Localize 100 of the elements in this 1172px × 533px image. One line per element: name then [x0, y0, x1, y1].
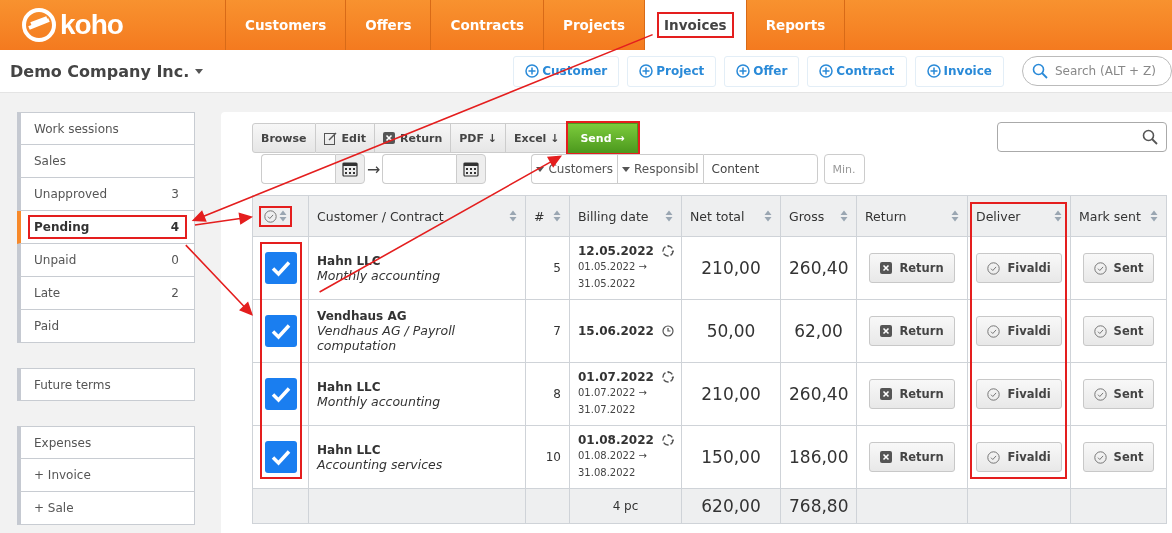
- search-field[interactable]: Search (ALT + Z): [1022, 56, 1172, 86]
- checkbox[interactable]: [264, 441, 297, 473]
- sidebar-item[interactable]: Sales: [17, 145, 195, 178]
- gross-sum: 768,80: [789, 496, 849, 516]
- plus-circle-icon: [819, 64, 834, 78]
- gross-total: 186,00: [789, 447, 849, 467]
- item-count: 0: [171, 253, 179, 267]
- billing-period-end: 31.05.2022: [578, 277, 637, 291]
- column-header[interactable]: Net total: [681, 195, 781, 237]
- sidebar-item[interactable]: + Invoice: [17, 459, 195, 492]
- row-button[interactable]: Return: [869, 316, 955, 346]
- toolbar-button[interactable]: Excel ↓: [506, 123, 569, 153]
- sidebar-item[interactable]: Late 2: [17, 277, 195, 310]
- checkbox[interactable]: [264, 252, 297, 284]
- row-button[interactable]: Return: [869, 253, 955, 283]
- nav-tab[interactable]: Invoices: [645, 0, 747, 50]
- contract-name: Monthly accounting: [317, 393, 442, 409]
- sort-icon: [665, 210, 673, 222]
- date-field[interactable]: [261, 154, 335, 184]
- column-header[interactable]: Mark sent: [1070, 195, 1167, 237]
- column-header[interactable]: [252, 195, 309, 237]
- gross-total: 260,40: [789, 258, 849, 278]
- sort-icon: [1150, 210, 1158, 222]
- filter-dropdown[interactable]: Customers: [531, 154, 617, 184]
- row-button[interactable]: Sent: [1082, 253, 1155, 283]
- billing-date: 12.05.2022: [578, 244, 654, 258]
- date-field[interactable]: [382, 154, 457, 184]
- toolbar-button[interactable]: Browse: [252, 123, 316, 153]
- net-total: 210,00: [701, 384, 761, 404]
- logo-wordmark: koho: [60, 9, 123, 41]
- item-count: 2: [171, 286, 179, 300]
- sidebar-item[interactable]: Future terms: [17, 368, 195, 401]
- sort-icon: [553, 210, 561, 222]
- row-button[interactable]: Fivaldi: [976, 379, 1062, 409]
- toolbar-button[interactable]: PDF ↓: [451, 123, 506, 153]
- row-button[interactable]: Fivaldi: [976, 442, 1062, 472]
- add-button[interactable]: Offer: [724, 55, 800, 87]
- column-header[interactable]: Gross: [780, 195, 857, 237]
- sidebar-item[interactable]: Paid: [17, 310, 195, 343]
- check-circle-icon: [264, 209, 277, 223]
- item-label: Unapproved: [34, 187, 108, 201]
- column-header[interactable]: Customer / Contract: [308, 195, 526, 237]
- filter-dropdown[interactable]: Responsibl: [616, 154, 703, 184]
- sidebar-item[interactable]: Pending 4: [17, 211, 195, 244]
- add-button[interactable]: Contract: [807, 55, 907, 87]
- row-button[interactable]: Sent: [1082, 316, 1155, 346]
- column-header[interactable]: Deliver: [967, 195, 1071, 237]
- row-button[interactable]: Sent: [1082, 442, 1155, 472]
- add-button[interactable]: Project: [627, 55, 717, 87]
- sort-icon: [951, 210, 959, 222]
- content-field[interactable]: Content: [702, 154, 818, 184]
- recurring-icon: [661, 245, 674, 257]
- row-button[interactable]: Fivaldi: [976, 316, 1062, 346]
- checkbox[interactable]: [264, 378, 297, 410]
- item-label: Unpaid: [34, 253, 77, 267]
- add-button[interactable]: Invoice: [914, 55, 1004, 87]
- net-sum: 620,00: [701, 496, 761, 516]
- sidebar-item[interactable]: Work sessions: [17, 112, 195, 145]
- billing-period-end: 31.07.2022: [578, 403, 637, 417]
- toolbar-button[interactable]: Edit: [315, 123, 375, 153]
- sidebar-item[interactable]: + Sale: [17, 492, 195, 525]
- item-label: Future terms: [34, 377, 111, 392]
- sort-icon: [840, 210, 848, 222]
- sidebar-item[interactable]: Unapproved 3: [17, 178, 195, 211]
- invoice-number: 8: [553, 387, 561, 401]
- calendar-button[interactable]: [456, 154, 487, 184]
- plus-circle-icon: [639, 64, 654, 78]
- range-arrow: →: [366, 159, 382, 179]
- sidebar-item[interactable]: Expenses: [17, 426, 195, 459]
- sort-icon: [509, 210, 517, 222]
- logo-icon: [22, 8, 56, 42]
- recurring-icon: [661, 371, 674, 383]
- check-circle-icon: [987, 387, 1001, 401]
- customer-name: Hahn LLC: [317, 379, 382, 394]
- toolbar-button[interactable]: Return: [374, 123, 452, 153]
- company-name[interactable]: Demo Company Inc.: [10, 61, 190, 81]
- column-sort-control[interactable]: [261, 207, 290, 225]
- billing-date: 01.07.2022: [578, 370, 654, 384]
- row-button[interactable]: Fivaldi: [976, 253, 1062, 283]
- check-circle-icon: [987, 324, 1001, 338]
- column-header[interactable]: Return: [856, 195, 968, 237]
- clock-icon: [661, 325, 674, 337]
- column-header[interactable]: Billing date: [569, 195, 682, 237]
- table-search-field[interactable]: [997, 122, 1167, 152]
- row-button[interactable]: Return: [869, 442, 955, 472]
- net-total: 50,00: [706, 321, 756, 341]
- billing-period-start: 01.05.2022 →: [578, 260, 648, 274]
- column-header[interactable]: #: [525, 195, 570, 237]
- item-label: Expenses: [34, 435, 92, 450]
- gross-total: 62,00: [794, 321, 843, 341]
- sidebar-item[interactable]: Unpaid 0: [17, 244, 195, 277]
- plus-circle-icon: [525, 64, 540, 78]
- checkbox[interactable]: [264, 315, 297, 347]
- row-count: 4 pc: [612, 499, 639, 513]
- calendar-button[interactable]: [335, 154, 365, 184]
- row-button[interactable]: Sent: [1082, 379, 1155, 409]
- row-button[interactable]: Return: [869, 379, 955, 409]
- billing-date: 01.08.2022: [578, 433, 654, 447]
- x-square-icon: [880, 262, 893, 274]
- calendar-icon: [342, 161, 358, 177]
